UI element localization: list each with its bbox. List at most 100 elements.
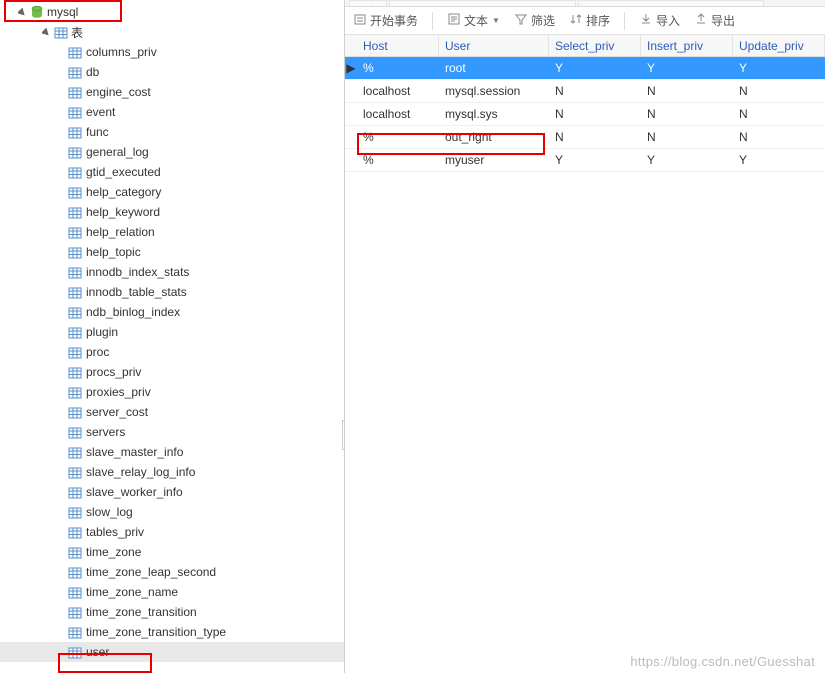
filter-icon (514, 12, 528, 29)
table-label: innodb_index_stats (86, 265, 189, 279)
splitter-handle[interactable] (342, 420, 345, 450)
cell-insert-priv[interactable]: Y (641, 61, 733, 75)
tree-table-node[interactable]: user (0, 642, 344, 662)
cell-host[interactable]: localhost (357, 107, 439, 121)
tree-table-node[interactable]: innodb_table_stats (0, 282, 344, 302)
cell-select-priv[interactable]: Y (549, 61, 641, 75)
tree-table-node[interactable]: time_zone_leap_second (0, 562, 344, 582)
tree-table-node[interactable]: ndb_binlog_index (0, 302, 344, 322)
cell-user[interactable]: root (439, 61, 549, 75)
tables-list: columns_privdbengine_costeventfuncgenera… (0, 42, 344, 662)
table-label: time_zone_transition_type (86, 625, 226, 639)
tab-student2[interactable]: studentz @temporary (Mye... (578, 0, 764, 7)
cell-host[interactable]: % (357, 130, 439, 144)
tree-table-node[interactable]: columns_priv (0, 42, 344, 62)
tree-db-node[interactable]: mysql (0, 2, 344, 22)
table-row[interactable]: localhostmysql.sysNNN (345, 103, 825, 126)
table-icon (68, 566, 82, 579)
col-header-user[interactable]: User (439, 35, 549, 56)
table-icon (68, 626, 82, 639)
cell-select-priv[interactable]: N (549, 84, 641, 98)
tree-table-node[interactable]: servers (0, 422, 344, 442)
cell-select-priv[interactable]: N (549, 130, 641, 144)
expander-open-icon[interactable] (16, 6, 28, 18)
tree-table-node[interactable]: db (0, 62, 344, 82)
table-label: time_zone_leap_second (86, 565, 216, 579)
tab-student1[interactable]: student1 @temporary (Mye... (389, 0, 576, 7)
tree-table-node[interactable]: help_keyword (0, 202, 344, 222)
tree-table-node[interactable]: help_topic (0, 242, 344, 262)
cell-update-priv[interactable]: Y (733, 153, 825, 167)
tree-table-node[interactable]: gtid_executed (0, 162, 344, 182)
import-button[interactable]: 导入 (639, 12, 680, 29)
tree-table-node[interactable]: time_zone_transition (0, 602, 344, 622)
cell-user[interactable]: out_rignt (439, 130, 549, 144)
expander-open-icon[interactable] (40, 26, 52, 38)
tree-table-node[interactable]: help_category (0, 182, 344, 202)
tree-table-node[interactable]: func (0, 122, 344, 142)
table-label: proc (86, 345, 109, 359)
col-header-select-priv[interactable]: Select_priv (549, 35, 641, 56)
col-header-update-priv[interactable]: Update_priv (733, 35, 825, 56)
cell-update-priv[interactable]: N (733, 84, 825, 98)
tree-table-node[interactable]: tables_priv (0, 522, 344, 542)
table-icon (68, 326, 82, 339)
cell-host[interactable]: localhost (357, 84, 439, 98)
tree-table-node[interactable]: event (0, 102, 344, 122)
cell-insert-priv[interactable]: N (641, 84, 733, 98)
text-mode-button[interactable]: 文本 ▼ (447, 12, 500, 29)
tree-table-node[interactable]: proc (0, 342, 344, 362)
cell-host[interactable]: % (357, 153, 439, 167)
table-icon (68, 206, 82, 219)
col-header-insert-priv[interactable]: Insert_priv (641, 35, 733, 56)
tree-table-node[interactable]: slow_log (0, 502, 344, 522)
cell-update-priv[interactable]: N (733, 107, 825, 121)
tree-table-node[interactable]: slave_relay_log_info (0, 462, 344, 482)
cell-select-priv[interactable]: Y (549, 153, 641, 167)
sort-button[interactable]: 排序 (569, 12, 610, 29)
table-icon (68, 546, 82, 559)
tree-table-node[interactable]: time_zone (0, 542, 344, 562)
cell-host[interactable]: % (357, 61, 439, 75)
col-header-host[interactable]: Host (357, 35, 439, 56)
tree-table-node[interactable]: proxies_priv (0, 382, 344, 402)
table-row[interactable]: %out_rigntNNN (345, 126, 825, 149)
filter-button[interactable]: 筛选 (514, 12, 555, 29)
tree-table-node[interactable]: innodb_index_stats (0, 262, 344, 282)
table-icon (68, 106, 82, 119)
separator (432, 12, 433, 30)
cell-insert-priv[interactable]: N (641, 130, 733, 144)
cell-update-priv[interactable]: N (733, 130, 825, 144)
table-icon (68, 446, 82, 459)
tree-table-node[interactable]: help_relation (0, 222, 344, 242)
tree-table-node[interactable]: slave_worker_info (0, 482, 344, 502)
tree-table-node[interactable]: time_zone_name (0, 582, 344, 602)
cell-insert-priv[interactable]: Y (641, 153, 733, 167)
export-button[interactable]: 导出 (694, 12, 735, 29)
table-row[interactable]: ▶%rootYYY (345, 57, 825, 80)
tree-table-node[interactable]: time_zone_transition_type (0, 622, 344, 642)
btn-label: 排序 (586, 12, 610, 29)
tree-table-node[interactable]: engine_cost (0, 82, 344, 102)
table-label: slave_relay_log_info (86, 465, 195, 479)
cell-insert-priv[interactable]: N (641, 107, 733, 121)
tab-objects[interactable]: 对象 (349, 0, 387, 7)
table-row[interactable]: localhostmysql.sessionNNN (345, 80, 825, 103)
btn-label: 导入 (656, 12, 680, 29)
cell-update-priv[interactable]: Y (733, 61, 825, 75)
tree-table-node[interactable]: plugin (0, 322, 344, 342)
cell-user[interactable]: myuser (439, 153, 549, 167)
cell-user[interactable]: mysql.session (439, 84, 549, 98)
tree-table-node[interactable]: slave_master_info (0, 442, 344, 462)
begin-transaction-button[interactable]: 开始事务 (353, 12, 418, 29)
table-row[interactable]: %myuserYYY (345, 149, 825, 172)
tree-table-node[interactable]: general_log (0, 142, 344, 162)
table-label: help_category (86, 185, 161, 199)
tree-table-node[interactable]: server_cost (0, 402, 344, 422)
cell-select-priv[interactable]: N (549, 107, 641, 121)
tree-table-node[interactable]: procs_priv (0, 362, 344, 382)
object-tree: mysql 表 columns_privdbengine_costeventfu… (0, 0, 344, 664)
cell-user[interactable]: mysql.sys (439, 107, 549, 121)
btn-label: 文本 (464, 12, 488, 29)
tree-tables-folder[interactable]: 表 (0, 22, 344, 42)
